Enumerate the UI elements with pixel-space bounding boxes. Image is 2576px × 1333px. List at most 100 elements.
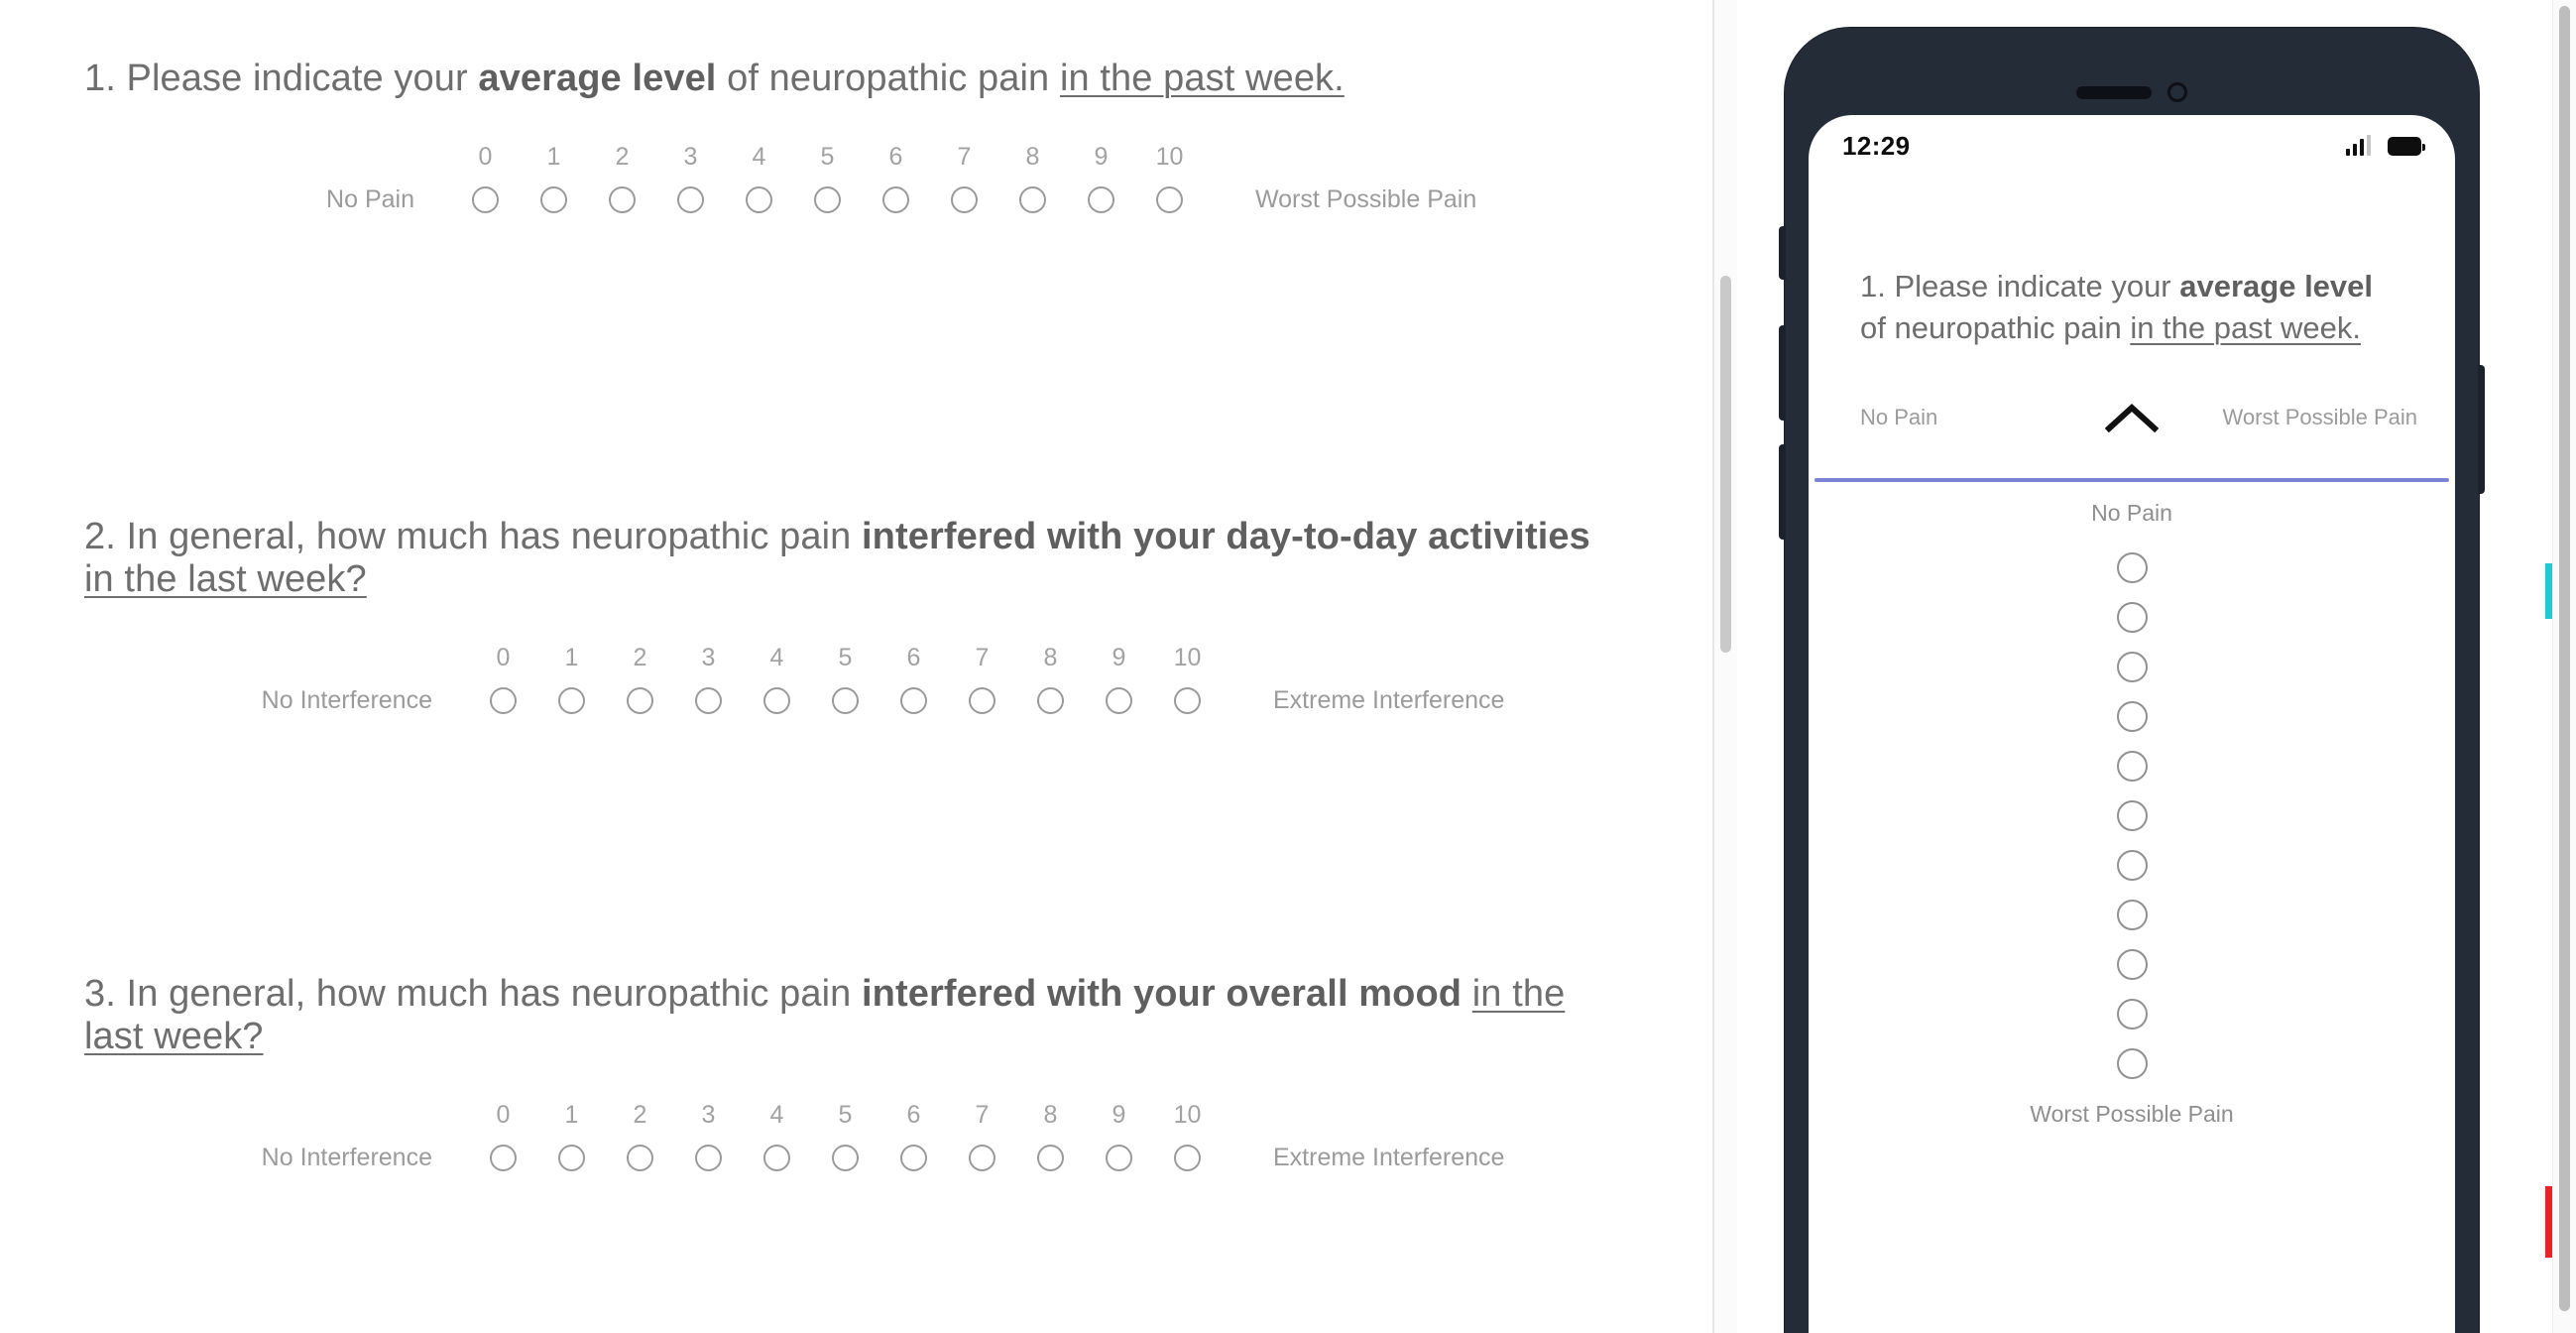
q2-option-7[interactable]: [948, 686, 1016, 714]
q2-option-9[interactable]: [1085, 686, 1153, 714]
phone-scale-top-label: No Pain: [2091, 499, 2172, 526]
radio-icon[interactable]: [763, 1144, 790, 1171]
scale-number: 0: [478, 143, 493, 172]
q2-option-0[interactable]: [469, 686, 537, 714]
q3-option-1[interactable]: [537, 1144, 606, 1171]
radio-icon[interactable]: [1019, 185, 1046, 213]
radio-icon[interactable]: [900, 1144, 927, 1171]
q3-option-8[interactable]: [1016, 1144, 1085, 1171]
q3-option-4[interactable]: [743, 1144, 811, 1171]
radio-icon[interactable]: [1174, 686, 1201, 714]
q1-option-5[interactable]: [793, 185, 862, 213]
radio-icon[interactable]: [969, 686, 995, 714]
q1-option-9[interactable]: [1067, 185, 1135, 213]
q1-option-3[interactable]: [656, 185, 725, 213]
q3-option-0[interactable]: [469, 1144, 537, 1171]
radio-icon[interactable]: [490, 686, 517, 714]
q2-option-10[interactable]: [1153, 686, 1222, 714]
status-bar-indicators: [2346, 135, 2425, 156]
phone-option-1[interactable]: [2116, 601, 2148, 633]
radio-icon[interactable]: [695, 1144, 722, 1171]
q1-option-10[interactable]: [1135, 185, 1204, 213]
radio-icon[interactable]: [677, 185, 704, 213]
radio-icon[interactable]: [1156, 185, 1183, 213]
radio-icon[interactable]: [540, 185, 567, 213]
radio-icon[interactable]: [832, 686, 859, 714]
radio-icon[interactable]: [1106, 686, 1132, 714]
radio-icon[interactable]: [609, 185, 636, 213]
question-block-2: 2. In general, how much has neuropathic …: [0, 516, 1712, 772]
q1-option-1[interactable]: [520, 185, 588, 213]
battery-full-icon: [2388, 136, 2425, 156]
radio-icon[interactable]: [1037, 686, 1064, 714]
radio-icon[interactable]: [969, 1144, 995, 1171]
q1-option-0[interactable]: [451, 185, 520, 213]
q1-option-6[interactable]: [862, 185, 930, 213]
q3-option-2[interactable]: [606, 1144, 674, 1171]
phone-option-4[interactable]: [2116, 750, 2148, 782]
q1-option-2[interactable]: [588, 185, 656, 213]
q2-option-4[interactable]: [743, 686, 811, 714]
radio-icon[interactable]: [558, 1144, 585, 1171]
radio-icon[interactable]: [490, 1144, 517, 1171]
q1-option-4[interactable]: [725, 185, 793, 213]
q2-option-1[interactable]: [537, 686, 606, 714]
q3-option-6[interactable]: [879, 1144, 948, 1171]
radio-icon[interactable]: [1174, 1144, 1201, 1171]
phone-option-8[interactable]: [2116, 948, 2148, 980]
q1-option-8[interactable]: [998, 185, 1067, 213]
radio-icon[interactable]: [951, 185, 978, 213]
radio-icon[interactable]: [900, 686, 927, 714]
radio-icon[interactable]: [472, 185, 499, 213]
inner-scrollbar-track[interactable]: [1714, 0, 1737, 1333]
radio-icon[interactable]: [882, 185, 909, 213]
radio-icon[interactable]: [1106, 1144, 1132, 1171]
phone-option-5[interactable]: [2116, 799, 2148, 831]
q3-option-10[interactable]: [1153, 1144, 1222, 1171]
q3-option-5[interactable]: [811, 1144, 879, 1171]
inner-scrollbar-thumb[interactable]: [1720, 276, 1731, 653]
question-1-radio-group[interactable]: [451, 185, 1204, 213]
radio-icon[interactable]: [558, 686, 585, 714]
phone-option-7[interactable]: [2116, 899, 2148, 930]
phone-volume-up-button[interactable]: [1779, 325, 1786, 421]
q3-option-7[interactable]: [948, 1144, 1016, 1171]
phone-option-9[interactable]: [2116, 998, 2148, 1030]
phone-option-6[interactable]: [2116, 849, 2148, 881]
q2-option-8[interactable]: [1016, 686, 1085, 714]
phone-option-2[interactable]: [2116, 651, 2148, 682]
q2-option-2[interactable]: [606, 686, 674, 714]
question-2-radio-group[interactable]: [469, 686, 1222, 714]
q3-option-9[interactable]: [1085, 1144, 1153, 1171]
phone-radio-column[interactable]: [1809, 551, 2455, 1079]
front-camera-icon: [2167, 82, 2187, 102]
phone-volume-down-button[interactable]: [1779, 444, 1786, 540]
phone-option-10[interactable]: [2116, 1047, 2148, 1079]
radio-icon[interactable]: [627, 686, 653, 714]
q2-option-6[interactable]: [879, 686, 948, 714]
phone-mute-button[interactable]: [1779, 226, 1786, 280]
phone-option-0[interactable]: [2116, 551, 2148, 583]
radio-icon[interactable]: [627, 1144, 653, 1171]
radio-icon[interactable]: [1088, 185, 1114, 213]
text-run-1: 3. In general, how much has neuropathic …: [84, 973, 863, 1015]
scale-number: 9: [1094, 143, 1109, 172]
page-scrollbar-thumb[interactable]: [2559, 6, 2570, 1311]
radio-icon[interactable]: [832, 1144, 859, 1171]
q2-option-5[interactable]: [811, 686, 879, 714]
radio-icon[interactable]: [1037, 1144, 1064, 1171]
phone-power-button[interactable]: [2478, 365, 2485, 494]
q2-option-3[interactable]: [674, 686, 743, 714]
survey-preview-page: 1. Please indicate your average level of…: [0, 0, 2576, 1333]
q3-option-3[interactable]: [674, 1144, 743, 1171]
radio-icon[interactable]: [763, 686, 790, 714]
radio-icon[interactable]: [746, 185, 772, 213]
radio-icon[interactable]: [695, 686, 722, 714]
phone-endpoint-row: No Pain Worst Possible Pain: [1809, 387, 2455, 448]
question-3-radio-group[interactable]: [469, 1144, 1222, 1171]
q1-option-7[interactable]: [930, 185, 998, 213]
radio-icon[interactable]: [814, 185, 841, 213]
chevron-up-icon[interactable]: [2105, 403, 2159, 432]
phone-option-3[interactable]: [2116, 700, 2148, 732]
text-run-2: interfered with your overall mood: [862, 973, 1463, 1015]
